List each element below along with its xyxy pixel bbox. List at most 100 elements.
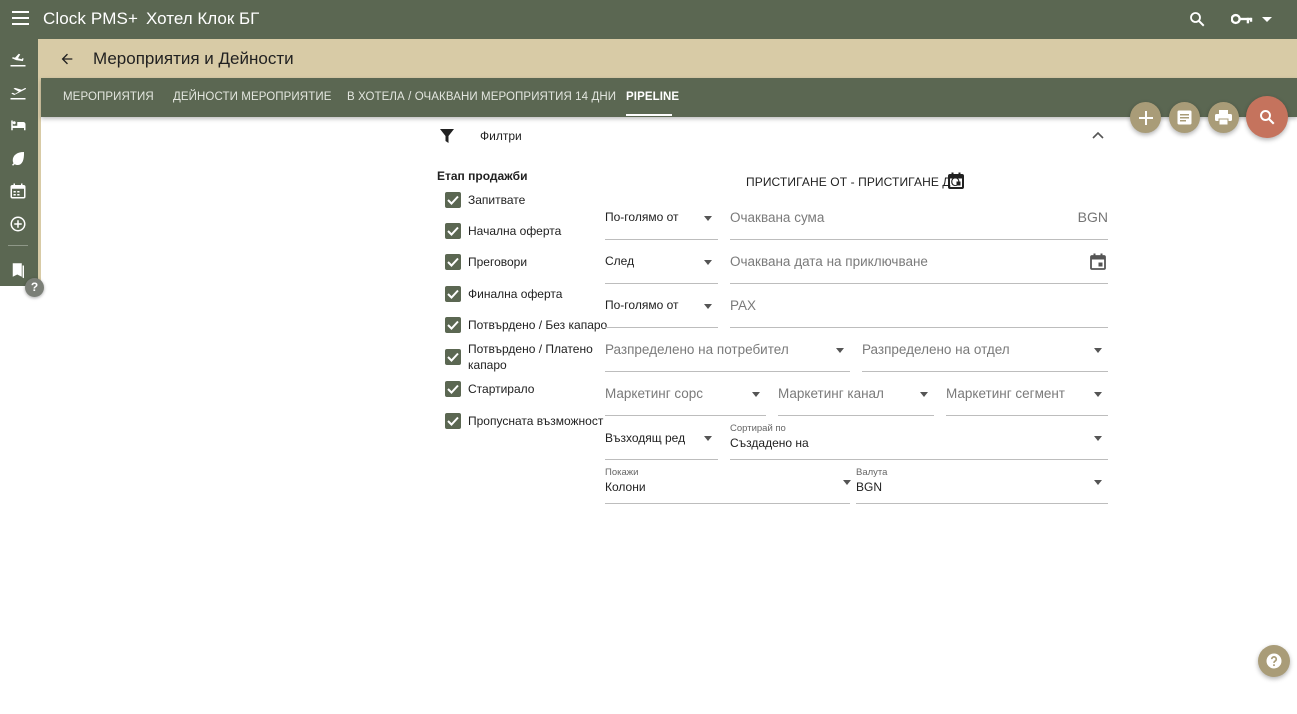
- top-app-bar: Clock PMS+ Хотел Клок БГ: [0, 0, 1297, 39]
- checkbox-checked-icon[interactable]: [445, 381, 461, 397]
- add-circle-icon[interactable]: [9, 215, 27, 233]
- account-dropdown-chevron-down-icon[interactable]: [1262, 17, 1272, 22]
- close-date-operator-value: След: [605, 254, 635, 268]
- calendar-icon[interactable]: [9, 182, 27, 200]
- tab-in-house-expected-events[interactable]: В ХОТЕЛА / ОЧАКВАНИ МЕРОПРИЯТИЯ 14 ДНИ: [347, 91, 616, 103]
- marketing-source-select[interactable]: Маркетинг сорс: [605, 381, 766, 416]
- app-title: Clock PMS+: [43, 9, 138, 28]
- stage-label: Преговори: [468, 255, 528, 269]
- pax-input[interactable]: PAX: [730, 293, 1108, 328]
- tab-event-activities[interactable]: ДЕЙНОСТИ МЕРОПРИЯТИЕ: [173, 91, 331, 103]
- checkbox-checked-icon[interactable]: [445, 223, 461, 239]
- stage-checkbox-initial-offer[interactable]: Начална оферта: [445, 223, 561, 239]
- expected-amount-placeholder: Очаквана сума: [730, 210, 825, 225]
- back-arrow-icon[interactable]: [59, 51, 75, 67]
- filter-icon: [440, 129, 454, 143]
- pax-operator-select[interactable]: По-голямо от: [605, 293, 718, 328]
- tab-events[interactable]: МЕРОПРИЯТИЯ: [63, 91, 154, 103]
- checkbox-checked-icon[interactable]: [445, 254, 461, 270]
- show-select[interactable]: Покажи Колони: [605, 465, 851, 504]
- sort-by-value: Създадено на: [730, 436, 809, 450]
- calendar-icon[interactable]: [948, 172, 964, 189]
- sort-by-select[interactable]: Сортирай по Създадено на: [730, 421, 1108, 460]
- print-button[interactable]: [1208, 102, 1239, 133]
- stage-checkbox-negotiations[interactable]: Преговори: [445, 254, 527, 270]
- checkbox-checked-icon[interactable]: [445, 286, 461, 302]
- stage-label: Стартирало: [468, 382, 535, 396]
- assigned-user-select[interactable]: Разпределено на потребител: [605, 337, 850, 372]
- stage-checkbox-inquiry[interactable]: Запитвате: [445, 192, 525, 208]
- marketing-segment-placeholder: Маркетинг сегмент: [946, 386, 1065, 401]
- stage-checkbox-confirmed-no-deposit[interactable]: Потвърдено / Без капаро: [445, 317, 607, 333]
- currency-select[interactable]: Валута BGN: [856, 465, 1108, 504]
- sort-order-select[interactable]: Възходящ ред: [605, 425, 718, 460]
- leaf-icon[interactable]: [9, 149, 27, 167]
- bookmarks-icon[interactable]: [9, 261, 27, 279]
- chevron-down-icon: [1094, 348, 1102, 353]
- filters-label[interactable]: Филтри: [480, 129, 522, 143]
- sort-order-value: Възходящ ред: [605, 431, 686, 445]
- side-rail: [0, 39, 41, 286]
- pax-placeholder: PAX: [730, 298, 757, 313]
- chevron-down-icon: [836, 348, 844, 353]
- marketing-channel-placeholder: Маркетинг канал: [778, 386, 884, 401]
- chevron-down-icon: [704, 216, 712, 221]
- report-button[interactable]: [1169, 102, 1200, 133]
- tab-pipeline[interactable]: PIPELINE: [626, 91, 679, 103]
- tab-bar: МЕРОПРИЯТИЯ ДЕЙНОСТИ МЕРОПРИЯТИЕ В ХОТЕЛ…: [41, 78, 1297, 117]
- report-icon: [1177, 110, 1192, 125]
- show-value: Колони: [605, 480, 646, 494]
- currency-value: BGN: [856, 480, 883, 494]
- checkbox-checked-icon[interactable]: [445, 192, 461, 208]
- rail-help-icon[interactable]: ?: [25, 278, 44, 297]
- chevron-down-icon: [843, 480, 851, 485]
- assigned-department-select[interactable]: Разпределено на отдел: [862, 337, 1108, 372]
- search-button[interactable]: [1246, 96, 1288, 138]
- key-icon[interactable]: [1231, 12, 1253, 26]
- rail-divider: [8, 245, 28, 246]
- chevron-down-icon: [1094, 436, 1102, 441]
- search-icon[interactable]: [1188, 10, 1206, 28]
- stage-checkbox-missed-opportunity[interactable]: Пропусната възможност: [445, 413, 603, 429]
- close-date-operator-select[interactable]: След: [605, 249, 718, 284]
- chevron-down-icon: [920, 392, 928, 397]
- page-header: Мероприятия и Дейности: [41, 39, 1297, 78]
- show-label: Покажи: [605, 467, 639, 478]
- page-title: Мероприятия и Дейности: [93, 49, 294, 68]
- help-icon: [1266, 653, 1282, 669]
- marketing-source-placeholder: Маркетинг сорс: [605, 386, 704, 401]
- amount-operator-select[interactable]: По-голямо от: [605, 205, 718, 240]
- stage-checkbox-confirmed-paid-deposit[interactable]: Потвърдено / Платено капаро: [445, 341, 608, 373]
- stage-label: Запитвате: [468, 193, 526, 207]
- arrivals-icon[interactable]: [9, 50, 27, 68]
- add-icon: [1138, 110, 1153, 125]
- arrival-date-range-button[interactable]: ПРИСТИГАНЕ ОТ - ПРИСТИГАНЕ ДО: [746, 175, 960, 189]
- stage-checkbox-final-offer[interactable]: Финална оферта: [445, 286, 562, 302]
- calendar-icon[interactable]: [1090, 253, 1106, 270]
- print-icon: [1215, 110, 1232, 125]
- stage-label: Пропусната възможност: [468, 414, 604, 428]
- departures-icon[interactable]: [9, 83, 27, 101]
- sort-by-label: Сортирай по: [730, 423, 786, 434]
- active-tab-indicator: [626, 114, 672, 116]
- checkbox-checked-icon[interactable]: [445, 413, 461, 429]
- currency-suffix: BGN: [1077, 209, 1108, 225]
- hotel-name[interactable]: Хотел Клок БГ: [146, 9, 259, 29]
- checkbox-checked-icon[interactable]: [445, 317, 461, 333]
- checkbox-checked-icon[interactable]: [445, 349, 461, 365]
- chevron-up-icon[interactable]: [1092, 131, 1104, 139]
- stage-label: Потвърдено / Без капаро: [468, 318, 608, 332]
- expected-amount-input[interactable]: Очаквана сума BGN: [730, 205, 1108, 240]
- marketing-segment-select[interactable]: Маркетинг сегмент: [946, 381, 1108, 416]
- stage-label: Начална оферта: [468, 224, 562, 238]
- add-button[interactable]: [1130, 102, 1161, 133]
- marketing-channel-select[interactable]: Маркетинг канал: [778, 381, 934, 416]
- stage-checkbox-started[interactable]: Стартирало: [445, 381, 534, 397]
- chevron-down-icon: [704, 260, 712, 265]
- help-button[interactable]: [1258, 645, 1290, 677]
- sales-stage-title: Етап продажби: [437, 169, 528, 183]
- menu-icon[interactable]: [12, 11, 29, 26]
- assigned-department-placeholder: Разпределено на отдел: [862, 342, 1010, 357]
- expected-close-date-input[interactable]: Очаквана дата на приключване: [730, 249, 1108, 284]
- bed-icon[interactable]: [9, 116, 27, 134]
